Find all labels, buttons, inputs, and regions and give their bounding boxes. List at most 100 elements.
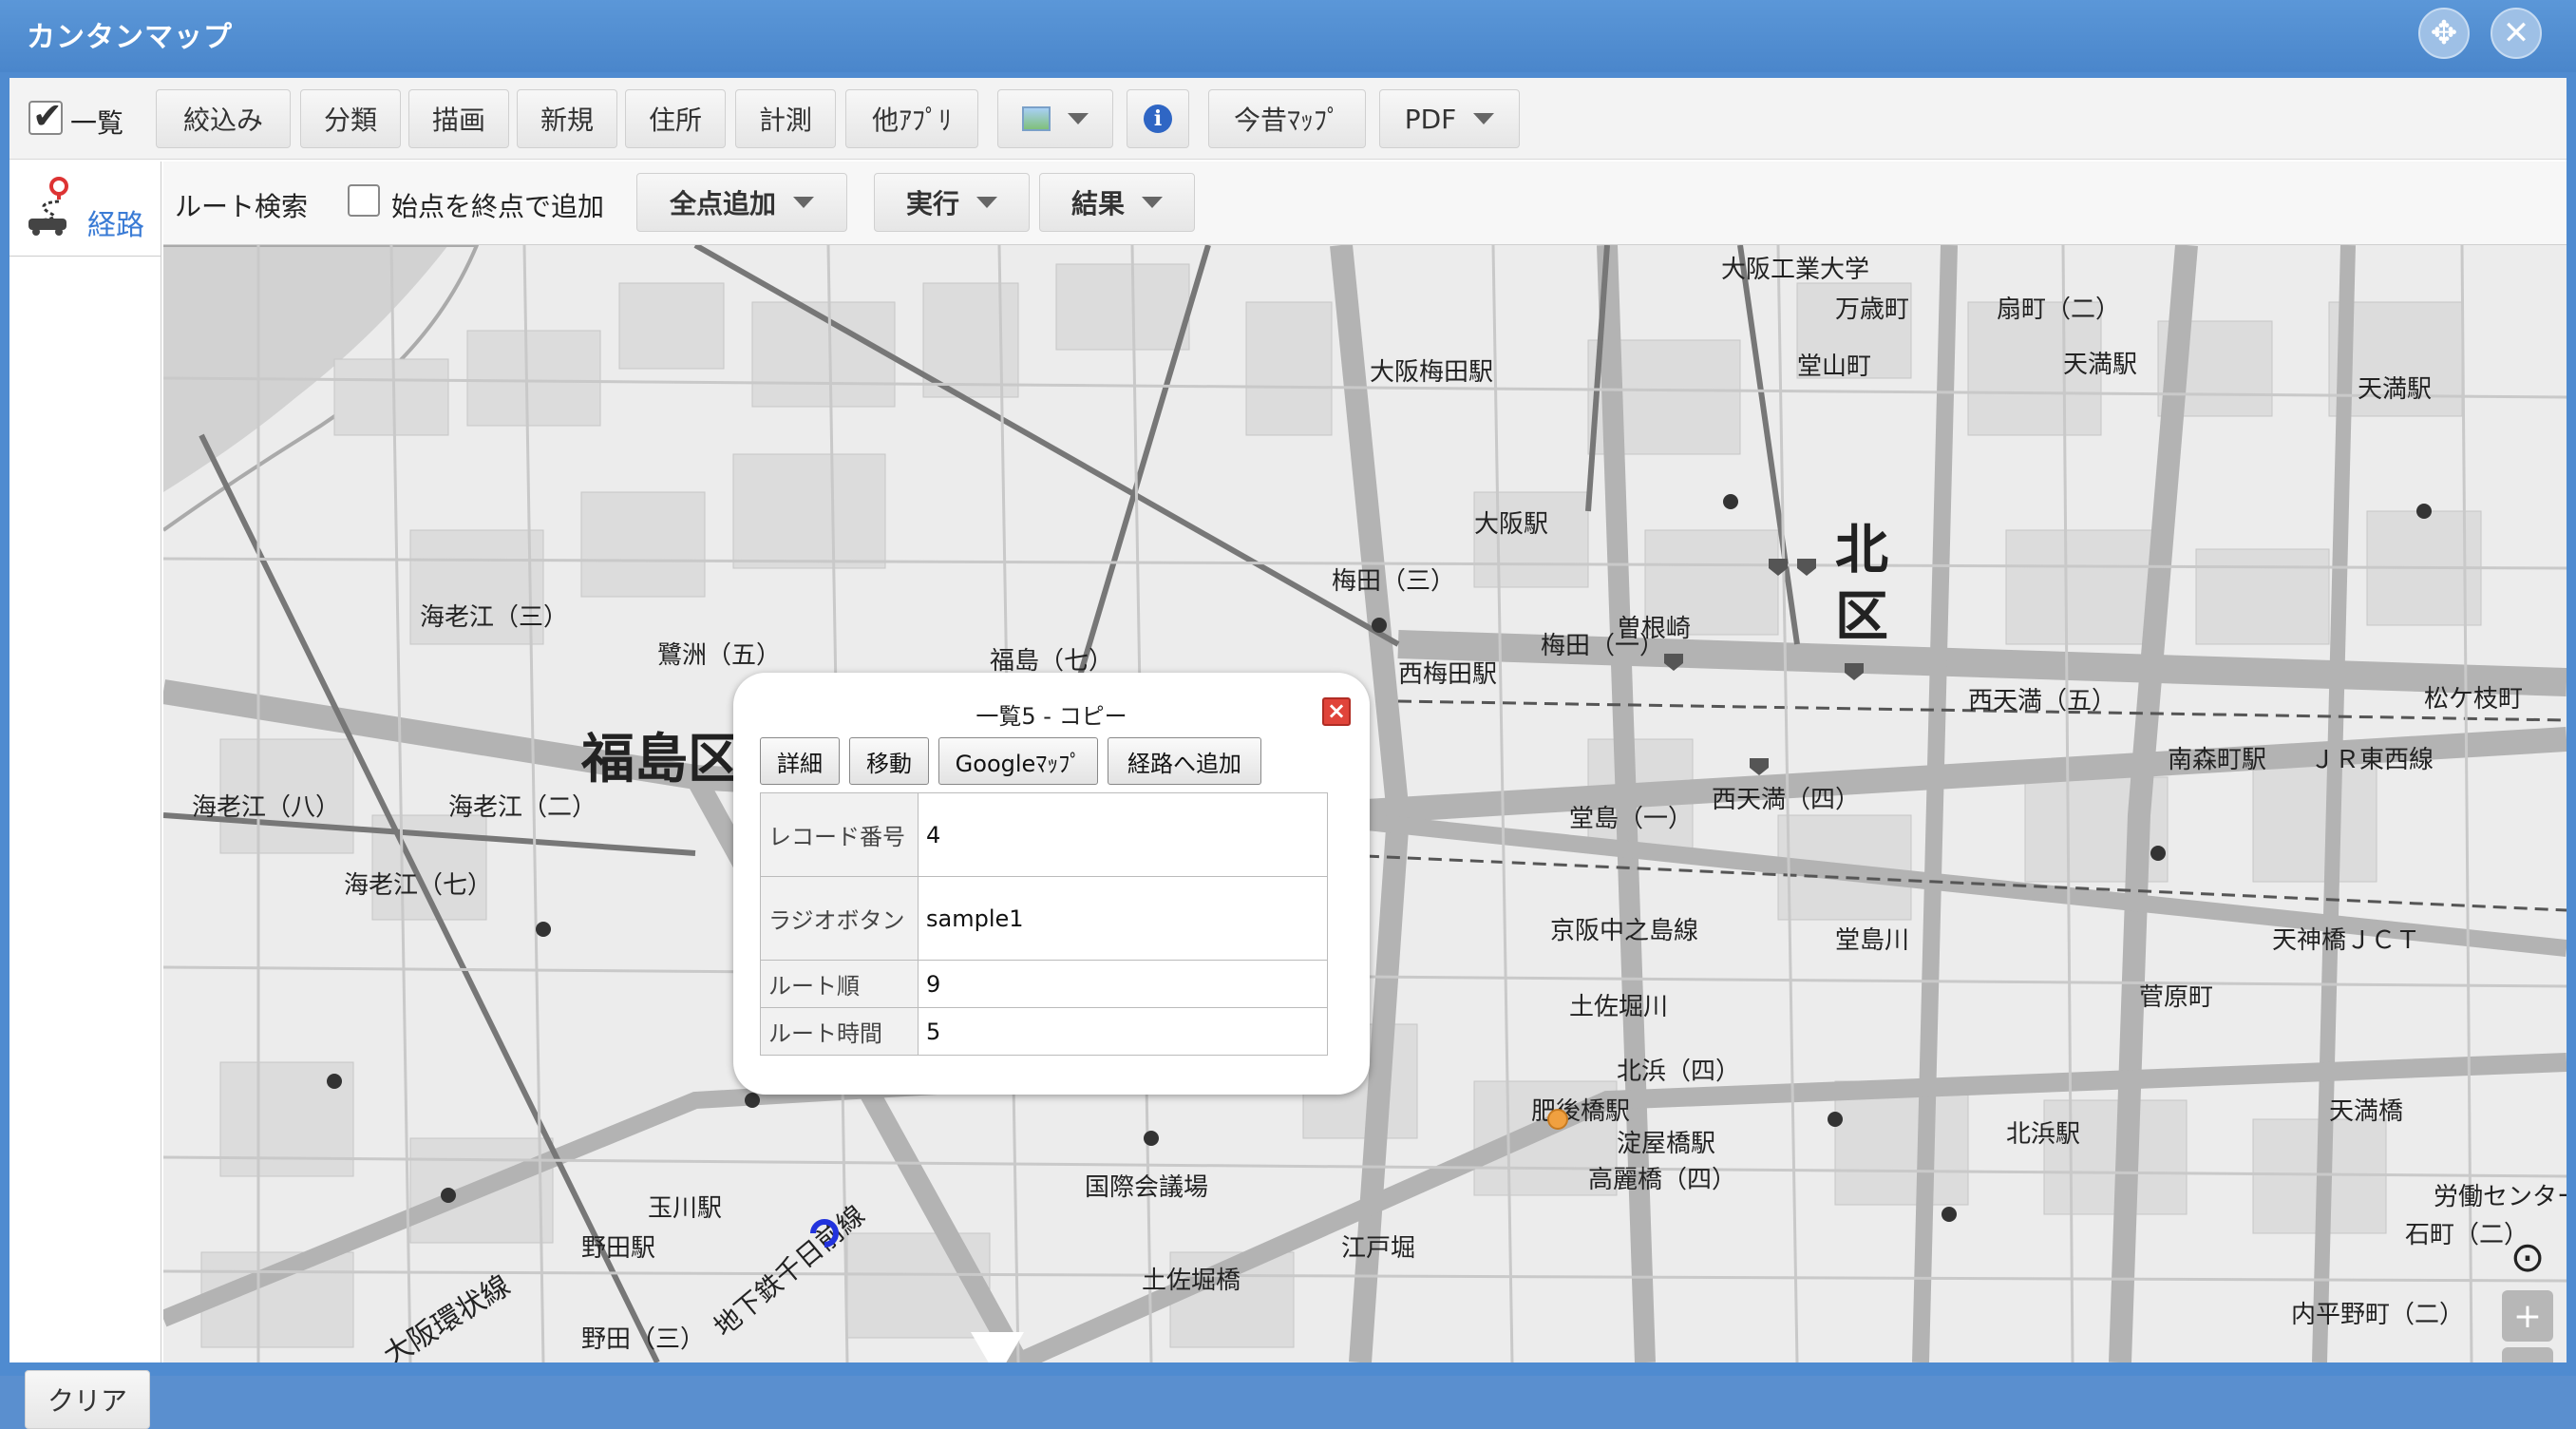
main-content: 一覧 絞込み 分類 描画 新規 住所 計測 他ｱﾌﾟﾘ i 今昔ﾏｯﾌﾟ PDF [9,78,2567,1429]
other-apps-button[interactable]: 他ｱﾌﾟﾘ [845,89,978,148]
move-window-icon[interactable]: ✥ [2418,8,2470,59]
pdf-label: PDF [1404,103,1457,135]
close-icon[interactable]: × [1322,697,1351,726]
run-label: 実行 [905,188,959,219]
map-label-umeda-station: 大阪梅田駅 [1370,358,1493,387]
app-window: カンタンマップ ✥ ✕ 一覧 絞込み 分類 描画 新規 住所 計測 他ｱﾌﾟﾘ … [0,0,2576,1429]
table-row: ラジオボタン sample1 [760,876,1328,961]
title-bar: カンタンマップ ✥ ✕ [0,0,2576,72]
chevron-down-icon [976,197,997,208]
measure-button[interactable]: 計測 [735,89,836,148]
svg-text:菅原町: 菅原町 [2139,983,2213,1012]
record-popup: 一覧5 - コピー × 詳細 移動 Googleﾏｯﾌﾟ 経路へ追加 レコード番… [733,673,1370,1095]
svg-text:天満橋: 天満橋 [2329,1097,2403,1126]
sidebar: 経路 クリア [9,162,161,1429]
svg-text:野田駅: 野田駅 [581,1234,655,1263]
svg-text:福島（七）: 福島（七） [990,647,1113,676]
svg-text:肥後橋駅: 肥後橋駅 [1531,1097,1630,1126]
record-value: 5 [918,1007,1328,1056]
info-icon: i [1144,105,1172,133]
record-value: sample1 [918,876,1328,961]
svg-text:松ケ枝町: 松ケ枝町 [2424,685,2523,714]
svg-text:万歳町: 万歳町 [1835,295,1909,324]
run-dropdown[interactable]: 実行 [874,173,1030,232]
svg-text:淀屋橋駅: 淀屋橋駅 [1617,1130,1715,1158]
svg-text:堂山町: 堂山町 [1797,352,1871,381]
add-all-label: 全点追加 [669,188,776,219]
zoom-in-button[interactable]: + [2502,1290,2553,1342]
list-checkbox[interactable] [28,95,63,137]
sidebar-item-route[interactable]: 経路 [9,162,161,257]
svg-text:京阪中之島線: 京阪中之島線 [1550,917,1698,945]
clear-button[interactable]: クリア [25,1370,150,1429]
table-row: ルート順 9 [760,960,1328,1008]
svg-text:堂島（一）: 堂島（一） [1569,805,1693,833]
svg-text:土佐堀川: 土佐堀川 [1569,993,1668,1021]
record-value: 9 [918,960,1328,1008]
table-row: レコード番号 4 [760,792,1328,877]
map-label-osaka-station: 大阪駅 [1474,510,1548,539]
route-search-title: ルート検索 [175,191,309,222]
info-button[interactable]: i [1127,89,1189,148]
image-layer-dropdown[interactable] [997,89,1113,148]
locate-icon[interactable]: ⊙ [2502,1231,2553,1283]
svg-text:江戸堀: 江戸堀 [1341,1234,1415,1263]
svg-text:天神橋ＪＣＴ: 天神橋ＪＣＴ [2272,926,2420,955]
result-dropdown[interactable]: 結果 [1039,173,1195,232]
svg-text:海老江（七）: 海老江（七） [344,871,492,900]
svg-text:南森町駅: 南森町駅 [2168,746,2266,774]
chevron-down-icon [1142,197,1163,208]
svg-text:玉川駅: 玉川駅 [648,1194,722,1223]
record-key: ルート順 [760,960,919,1008]
svg-text:内平野町（二）: 内平野町（二） [2291,1301,2464,1329]
filter-button[interactable]: 絞込み [156,89,291,148]
add-to-route-button[interactable]: 経路へ追加 [1108,737,1261,785]
svg-text:北浜（四）: 北浜（四） [1617,1057,1740,1086]
svg-text:高麗橋（四）: 高麗橋（四） [1588,1166,1736,1194]
pdf-dropdown[interactable]: PDF [1379,89,1520,148]
address-button[interactable]: 住所 [625,89,726,148]
google-map-button[interactable]: Googleﾏｯﾌﾟ [938,737,1098,785]
svg-text:大阪工業大学: 大阪工業大学 [1721,256,1869,284]
route-search-bar: ルート検索 始点を終点で追加 全点追加 実行 結果 [163,162,2567,245]
add-all-dropdown[interactable]: 全点追加 [636,173,847,232]
chevron-down-icon [1068,113,1089,124]
svg-text:梅田（三）: 梅田（三） [1332,567,1455,596]
svg-text:曽根崎: 曽根崎 [1617,615,1691,643]
ward-label-kita: 北 [1835,520,1888,581]
popup-tail [971,1332,1024,1362]
add-start-checkbox[interactable] [348,184,380,217]
svg-text:扇町（二）: 扇町（二） [1997,295,2120,324]
svg-text:天満駅: 天満駅 [2358,375,2432,404]
close-window-icon[interactable]: ✕ [2491,8,2542,59]
category-button[interactable]: 分類 [300,89,401,148]
svg-text:堂島川: 堂島川 [1835,926,1909,955]
svg-text:国際会議場: 国際会議場 [1085,1173,1208,1202]
svg-text:野田（三）: 野田（三） [581,1325,705,1354]
svg-text:北浜駅: 北浜駅 [2006,1120,2080,1149]
app-title: カンタンマップ [27,21,233,54]
ward-label-fukushima: 福島区 [580,729,741,791]
add-start-label: 始点を終点で追加 [391,191,605,222]
svg-text:天満駅: 天満駅 [2063,351,2137,379]
record-key: ラジオボタン [760,876,919,961]
route-car-icon [28,177,68,236]
route-label: 経路 [87,209,144,242]
new-button[interactable]: 新規 [517,89,617,148]
table-row: ルート時間 5 [760,1007,1328,1056]
old-map-button[interactable]: 今昔ﾏｯﾌﾟ [1208,89,1366,148]
svg-text:海老江（二）: 海老江（二） [448,793,597,822]
svg-text:西天満（五）: 西天満（五） [1968,687,2116,715]
move-button[interactable]: 移動 [849,737,929,785]
draw-button[interactable]: 描画 [408,89,509,148]
svg-text:海老江（八）: 海老江（八） [192,793,340,822]
svg-text:海老江（三）: 海老江（三） [420,603,568,632]
result-label: 結果 [1070,188,1125,219]
image-icon [1022,106,1051,131]
record-value: 4 [918,792,1328,877]
svg-text:西梅田駅: 西梅田駅 [1398,660,1497,689]
detail-button[interactable]: 詳細 [760,737,840,785]
svg-text:労働センター: 労働センター [2434,1183,2567,1211]
chevron-down-icon [1473,113,1495,124]
zoom-out-button[interactable]: − [2502,1347,2553,1362]
